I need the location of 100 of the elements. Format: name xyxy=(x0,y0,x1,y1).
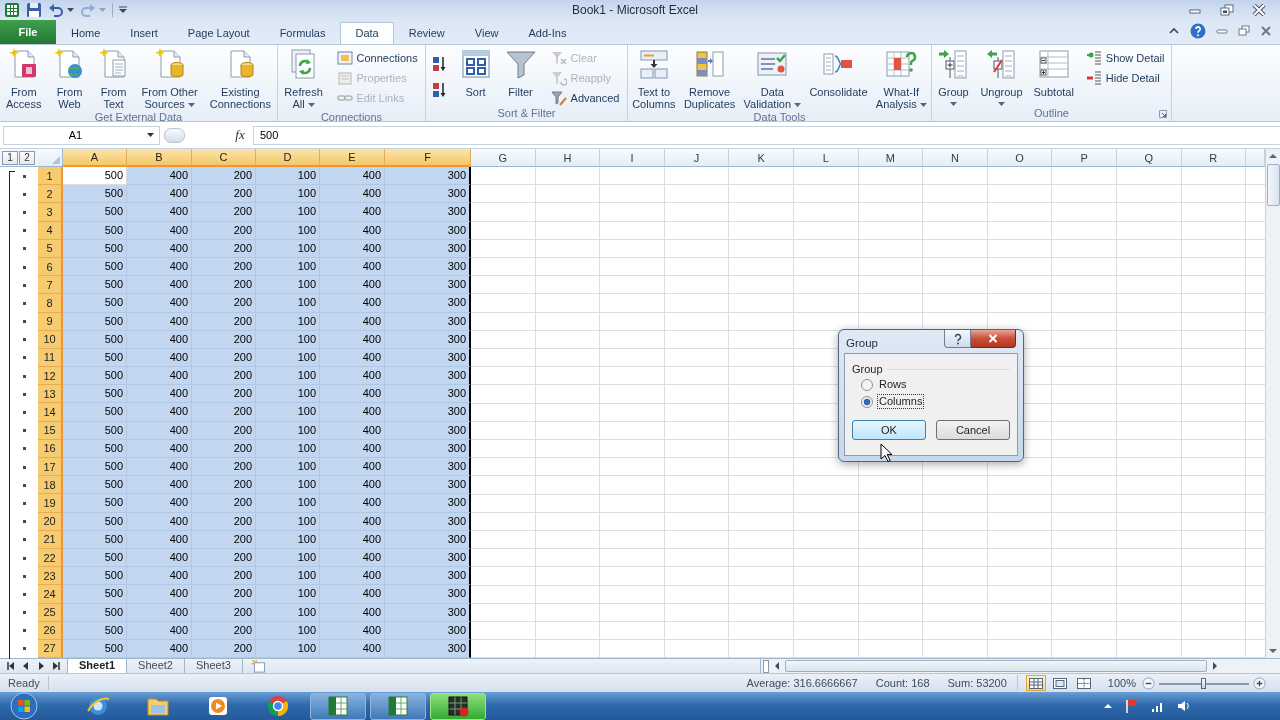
column-header[interactable]: I xyxy=(600,149,665,167)
ribbon-tab[interactable]: Data xyxy=(340,22,394,44)
ribbon-button[interactable]: Advanced xyxy=(548,89,622,107)
start-orb-icon[interactable] xyxy=(10,692,38,720)
ribbon-button[interactable]: Hide Detail xyxy=(1083,69,1167,87)
ribbon-button[interactable]: Existing Connections xyxy=(208,47,272,111)
column-header[interactable]: H xyxy=(535,149,601,167)
ribbon-button[interactable]: Subtotal xyxy=(1032,47,1075,99)
column-header[interactable]: B xyxy=(127,149,192,167)
column-header[interactable]: M xyxy=(858,149,924,167)
taskbar-button[interactable] xyxy=(370,692,426,720)
table-plus-minus-icon[interactable] xyxy=(1037,48,1070,80)
horizontal-scrollbar[interactable] xyxy=(760,659,1280,673)
browser-icon[interactable] xyxy=(86,694,110,718)
dialog-button[interactable]: OK xyxy=(852,420,926,440)
insert-sheet-icon[interactable] xyxy=(250,659,267,673)
ribbon-button[interactable]: Show Detail xyxy=(1083,49,1167,67)
help-icon[interactable] xyxy=(952,332,963,345)
close-icon[interactable] xyxy=(1252,4,1266,16)
previous-sheet-icon[interactable] xyxy=(21,661,31,671)
ribbon-button[interactable]: What-If Analysis xyxy=(874,47,928,111)
ribbon-button[interactable]: Text to Columns xyxy=(631,47,677,111)
row-header[interactable]: 17 xyxy=(38,458,63,477)
ribbon-button[interactable]: Refresh All xyxy=(283,47,324,111)
dialog-launcher-icon[interactable] xyxy=(1159,110,1167,118)
row-header[interactable]: 23 xyxy=(38,567,63,586)
undo-icon[interactable] xyxy=(48,2,64,18)
funnel-pencil-icon[interactable] xyxy=(550,90,567,106)
spreadsheet-app-icon[interactable] xyxy=(326,694,350,718)
column-header[interactable]: P xyxy=(1052,149,1117,167)
column-header[interactable]: E xyxy=(320,149,385,167)
column-header[interactable]: A xyxy=(63,149,127,167)
radio-button[interactable] xyxy=(861,395,873,408)
browser-icon[interactable] xyxy=(266,694,290,718)
arrow-outline-list-icon[interactable] xyxy=(937,48,970,80)
file-tab[interactable]: File xyxy=(0,20,56,44)
ribbon-button[interactable]: From Text xyxy=(96,47,131,111)
vertical-scrollbar[interactable] xyxy=(1265,149,1280,658)
spreadsheet-app-icon[interactable] xyxy=(386,694,410,718)
resize-handle[interactable] xyxy=(164,127,185,143)
column-header[interactable]: F xyxy=(385,149,471,167)
scroll-right-icon[interactable] xyxy=(1211,661,1219,671)
insert-function-button[interactable]: fx xyxy=(230,125,250,145)
arrow-outline-slash-icon[interactable] xyxy=(985,48,1018,80)
column-header[interactable]: O xyxy=(987,149,1053,167)
column-header[interactable]: Q xyxy=(1116,149,1182,167)
caret-icon[interactable] xyxy=(147,133,154,137)
ribbon-button[interactable]: Sort xyxy=(458,47,493,99)
scroll-up-icon[interactable] xyxy=(1268,152,1278,160)
column-header[interactable]: N xyxy=(923,149,988,167)
ribbon-button[interactable]: Connections xyxy=(334,49,420,67)
customize-menu-icon[interactable] xyxy=(119,6,127,14)
column-header[interactable]: G xyxy=(471,149,536,167)
ribbon-tab[interactable]: Home xyxy=(56,22,116,44)
row-header[interactable]: 19 xyxy=(38,494,63,513)
table-grid-icon[interactable] xyxy=(459,48,492,80)
outline-level-button[interactable]: 2 xyxy=(19,150,35,165)
column-header[interactable]: K xyxy=(729,149,794,167)
column-header[interactable]: D xyxy=(256,149,320,167)
name-box[interactable]: A1 xyxy=(3,125,160,145)
slider-thumb[interactable] xyxy=(1201,677,1206,689)
save-icon[interactable] xyxy=(26,2,42,18)
play-icon[interactable] xyxy=(206,694,230,718)
column-header[interactable]: J xyxy=(664,149,730,167)
row-header[interactable]: 1 xyxy=(38,167,63,186)
ribbon-button[interactable]: From Access xyxy=(5,47,43,111)
sort-arrow-icon[interactable] xyxy=(431,56,448,72)
row-header[interactable]: 14 xyxy=(38,403,63,422)
ribbon-button[interactable]: Remove Duplicates xyxy=(682,47,737,111)
ribbon-tab[interactable]: View xyxy=(459,22,514,44)
scrollbar-thumb[interactable] xyxy=(1266,164,1280,206)
row-header[interactable]: 8 xyxy=(38,294,63,313)
zoom-percent[interactable]: 100% xyxy=(1101,677,1142,689)
ribbon-button[interactable]: Data Validation xyxy=(742,47,803,111)
funnel-icon[interactable] xyxy=(504,48,537,80)
row-header[interactable]: 12 xyxy=(38,367,63,386)
column-header[interactable]: R xyxy=(1181,149,1247,167)
ribbon-tab[interactable]: Formulas xyxy=(264,22,341,44)
column-header[interactable]: L xyxy=(793,149,859,167)
row-header[interactable]: 18 xyxy=(38,476,63,495)
dialog-button[interactable]: Cancel xyxy=(936,420,1010,440)
row-header[interactable]: 13 xyxy=(38,385,63,404)
dash-list-icon[interactable] xyxy=(1085,70,1102,86)
ribbon-button[interactable]: From Web xyxy=(52,47,87,111)
help-icon[interactable] xyxy=(1190,23,1206,39)
split-handle[interactable] xyxy=(763,659,769,673)
taskbar-button[interactable] xyxy=(310,692,366,720)
recording-app-icon[interactable] xyxy=(446,694,470,718)
columns-arrow-icon[interactable] xyxy=(693,48,726,80)
spreadsheet-app-icon[interactable] xyxy=(4,2,20,18)
dot-list-icon[interactable] xyxy=(1085,50,1102,66)
next-sheet-icon[interactable] xyxy=(36,661,46,671)
scroll-left-icon[interactable] xyxy=(773,661,781,671)
ribbon-tab[interactable]: Add-Ins xyxy=(513,22,582,44)
flag-icon[interactable] xyxy=(1124,698,1140,714)
ribbon-tab[interactable]: Page Layout xyxy=(172,22,265,44)
caret-icon[interactable] xyxy=(67,8,74,12)
outline-level-button[interactable]: 1 xyxy=(2,150,18,165)
ribbon-button[interactable]: Consolidate xyxy=(808,47,869,99)
last-sheet-icon[interactable] xyxy=(51,661,61,671)
